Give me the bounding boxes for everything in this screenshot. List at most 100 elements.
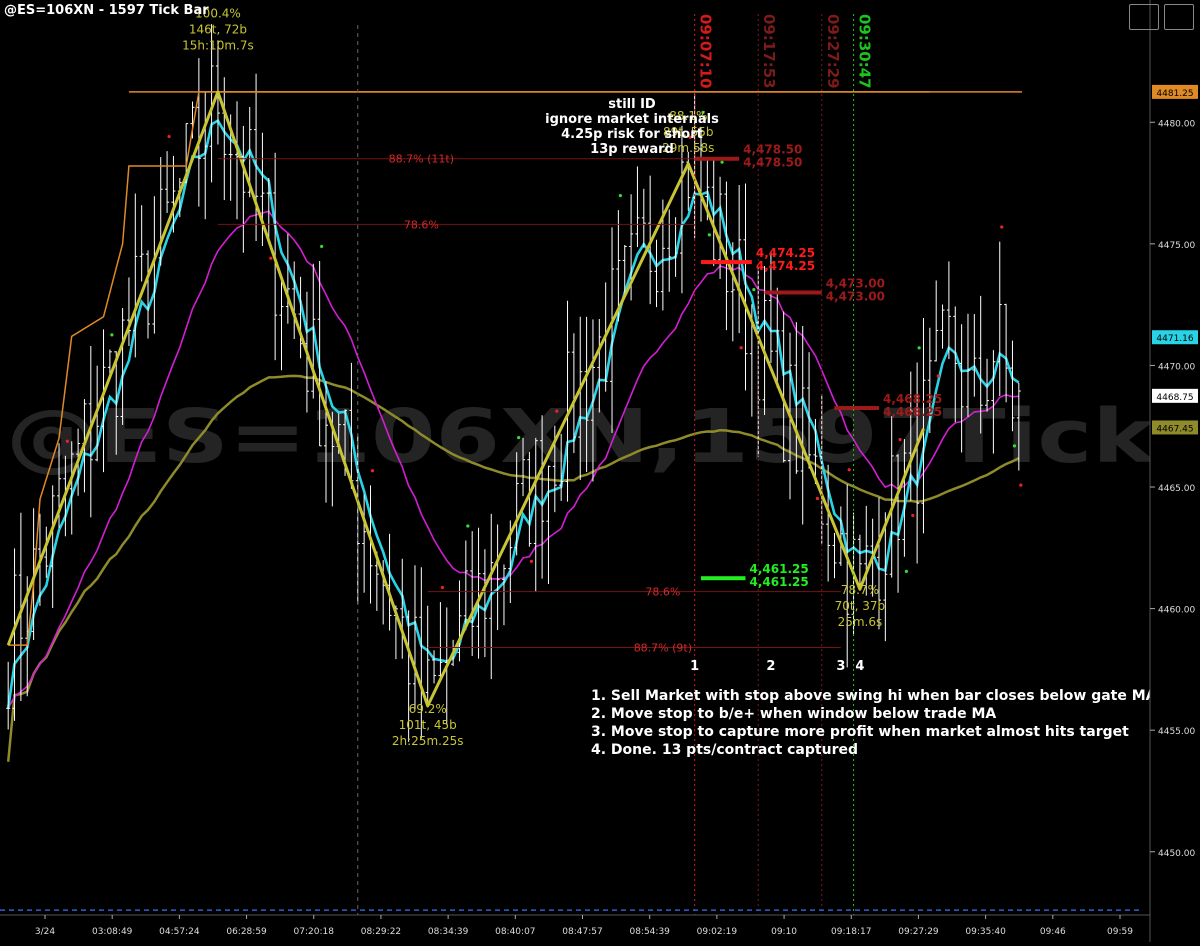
time-axis-label: 3/24 xyxy=(35,927,55,937)
step-number: 3 xyxy=(836,659,845,674)
time-marker-label: 09:17:53 xyxy=(760,14,778,89)
zigzag-label: 2h:25m.25s xyxy=(392,734,464,748)
trade-level-bar xyxy=(701,576,746,581)
instruction-text: 1. Sell Market with stop above swing hi … xyxy=(591,688,1157,704)
signal-dot xyxy=(917,346,921,350)
price-marker-label: 4471.16 xyxy=(1156,334,1193,344)
fib-label: 78.6% xyxy=(404,218,439,231)
price-chart[interactable]: @ES=106XN,1597Tick 88.7% (11t)78.6%78.6%… xyxy=(0,0,1200,942)
instruction-text: 3. Move stop to capture more profit when… xyxy=(591,724,1129,740)
time-axis-label: 09:10 xyxy=(771,927,797,937)
signal-dot xyxy=(269,256,273,260)
trade-level-label: 4,468.25 xyxy=(883,405,942,419)
time-axis-label: 08:29:22 xyxy=(361,927,401,937)
step-number: 2 xyxy=(766,659,775,674)
step-number: 1 xyxy=(690,659,699,674)
price-axis-label: 4460.00 xyxy=(1158,606,1195,616)
signal-dot xyxy=(1019,483,1023,487)
price-marker-label: 4468.75 xyxy=(1156,393,1193,403)
instruction-text: 2. Move stop to b/e+ when window below t… xyxy=(591,706,996,722)
time-axis-label: 04:57:24 xyxy=(159,927,200,937)
zigzag-label: 70t, 37b xyxy=(835,599,886,613)
signal-dot xyxy=(110,333,114,337)
trade-level-label: 4,461.25 xyxy=(750,562,809,576)
signal-dot xyxy=(898,437,902,442)
time-axis-label: 08:40:07 xyxy=(495,927,535,937)
signal-dot xyxy=(555,409,559,413)
time-axis-label: 09:59 xyxy=(1107,927,1133,937)
signal-dot xyxy=(752,288,756,292)
chart-title: @ES=106XN - 1597 Tick Bar xyxy=(4,3,209,18)
trade-level-label: 4,474.25 xyxy=(756,246,815,260)
price-axis-label: 4480.00 xyxy=(1158,119,1195,129)
zigzag-label: 101t, 45b xyxy=(399,718,457,732)
zigzag-label: 146t, 72b xyxy=(189,23,247,37)
step-number: 4 xyxy=(855,659,864,674)
price-axis xyxy=(1150,0,1200,942)
price-axis-label: 4455.00 xyxy=(1158,727,1195,737)
trade-level-label: 4,468.25 xyxy=(883,392,942,406)
time-axis-label: 06:28:59 xyxy=(226,927,267,937)
signal-dot xyxy=(815,496,820,501)
signal-dot xyxy=(1012,444,1017,448)
trade-level-label: 4,478.50 xyxy=(743,156,802,170)
price-axis-label: 4465.00 xyxy=(1158,484,1195,494)
signal-dot xyxy=(440,585,445,590)
note-text: 4.25p risk for short xyxy=(561,127,703,142)
time-axis-label: 08:47:57 xyxy=(562,927,602,937)
trade-level-label: 4,473.00 xyxy=(826,276,885,290)
fib-label: 88.7% (9t) xyxy=(634,642,692,655)
time-marker-label: 09:27:29 xyxy=(824,14,842,89)
signal-dot xyxy=(529,559,533,563)
time-axis-label: 09:35:40 xyxy=(965,927,1006,937)
trade-level-bar xyxy=(694,156,740,161)
window-button[interactable] xyxy=(1164,4,1194,30)
fib-label: 78.6% xyxy=(645,586,680,599)
instruction-text: 4. Done. 13 pts/contract captured xyxy=(591,742,858,758)
signal-dot xyxy=(320,244,324,249)
time-axis-label: 09:02:19 xyxy=(697,927,738,937)
note-text: ignore market internals xyxy=(545,112,719,127)
trade-level-bar xyxy=(701,260,752,265)
trade-level-label: 4,473.00 xyxy=(826,289,885,303)
signal-dot xyxy=(466,524,470,528)
signal-dot xyxy=(370,469,375,473)
trade-level-label: 4,478.50 xyxy=(743,143,802,157)
price-marker-label: 4467.45 xyxy=(1156,424,1193,434)
zigzag-label: 15h:10m.7s xyxy=(182,39,254,53)
signal-dot xyxy=(847,468,851,472)
time-axis-label: 08:54:39 xyxy=(629,927,670,937)
trade-level-label: 4,461.25 xyxy=(750,575,809,589)
time-axis-label: 07:20:18 xyxy=(294,927,335,937)
trade-level-label: 4,474.25 xyxy=(756,259,815,273)
time-marker-label: 09:07:10 xyxy=(697,14,715,89)
time-axis-label: 08:34:39 xyxy=(428,927,469,937)
chart-area[interactable]: @ES=106XN,1597Tick 88.7% (11t) 78.6% 78.6%… xyxy=(0,0,1200,942)
zigzag-label: 78.7% xyxy=(841,583,879,597)
price-axis-label: 4475.00 xyxy=(1158,241,1195,251)
trade-level-bar xyxy=(834,405,879,410)
time-axis-label: 09:27:29 xyxy=(898,927,939,937)
signal-dot xyxy=(707,233,711,237)
signal-dot xyxy=(936,374,940,378)
signal-dot xyxy=(517,435,521,440)
note-text: still ID xyxy=(608,97,656,112)
time-axis-label: 09:46 xyxy=(1040,927,1066,937)
zigzag-label: 25m.6s xyxy=(838,615,883,629)
window-controls xyxy=(1129,4,1194,30)
time-axis-label: 09:18:17 xyxy=(831,927,871,937)
price-axis-label: 4470.00 xyxy=(1158,362,1195,372)
signal-dot xyxy=(739,346,743,350)
signal-dot xyxy=(65,439,69,443)
note-text: 13p reward xyxy=(590,142,674,157)
signal-dot xyxy=(904,569,909,573)
window-button[interactable] xyxy=(1129,4,1159,30)
fib-label: 88.7% (11t) xyxy=(389,153,454,166)
trade-level-bar xyxy=(764,290,822,295)
signal-dot xyxy=(618,193,622,198)
signal-dot xyxy=(720,160,724,164)
zigzag-label: 69.2% xyxy=(409,702,447,716)
time-axis-label: 03:08:49 xyxy=(92,927,133,937)
price-axis-label: 4450.00 xyxy=(1158,849,1195,859)
signal-dot xyxy=(167,134,171,139)
